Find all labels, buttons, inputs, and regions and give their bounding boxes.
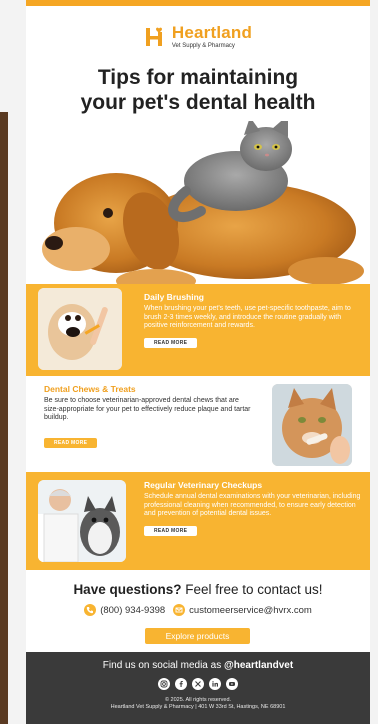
logo-name: Heartland bbox=[171, 23, 253, 42]
brand-logo[interactable]: Heartland Vet Supply & Pharmacy bbox=[26, 24, 370, 49]
read-more-button[interactable]: READ MORE bbox=[44, 437, 98, 448]
contact-heading-rest: Feel free to contact us! bbox=[181, 582, 323, 597]
section-title: Regular Veterinary Checkups bbox=[144, 480, 263, 490]
section-dental-chews: Dental Chews & Treats Be sure to choose … bbox=[26, 376, 370, 472]
section-body: Schedule annual dental examinations with… bbox=[144, 493, 361, 518]
footer-social-heading: Find us on social media as @heartlandvet bbox=[26, 660, 370, 671]
explore-products-button[interactable]: Explore products bbox=[145, 628, 250, 644]
footer-social-prefix: Find us on social media as bbox=[102, 660, 224, 671]
headline-line-2: your pet's dental health bbox=[80, 91, 316, 114]
phone-icon bbox=[84, 604, 97, 616]
logo-tagline: Vet Supply & Pharmacy bbox=[171, 43, 235, 49]
read-more-button[interactable]: READ MORE bbox=[144, 337, 198, 348]
photo-cat-chewing bbox=[272, 384, 352, 466]
read-more-button[interactable]: READ MORE bbox=[144, 525, 198, 536]
top-accent-bar bbox=[26, 0, 370, 6]
copyright: © 2025. All rights reserved. bbox=[164, 697, 232, 703]
social-links bbox=[26, 678, 370, 690]
section-body: Be sure to choose veterinarian-approved … bbox=[44, 397, 251, 422]
email-body: Heartland Vet Supply & Pharmacy Tips for… bbox=[26, 0, 370, 724]
social-handle[interactable]: @heartlandvet bbox=[224, 660, 293, 671]
linkedin-icon[interactable] bbox=[209, 678, 221, 690]
section-vet-checkups: Regular Veterinary Checkups Schedule ann… bbox=[26, 472, 370, 570]
contact-heading-bold: Have questions? bbox=[73, 582, 182, 597]
hero-image-dog-and-cat bbox=[26, 115, 370, 299]
email-address: customeerservice@hvrx.com bbox=[189, 604, 312, 616]
page-background-right bbox=[370, 0, 378, 724]
heartland-logo-icon bbox=[144, 26, 166, 48]
section-title: Daily Brushing bbox=[144, 292, 204, 302]
section-title: Dental Chews & Treats bbox=[44, 384, 136, 394]
section-body: When brushing your pet's teeth, use pet-… bbox=[144, 305, 351, 330]
section-daily-brushing: Daily Brushing When brushing your pet's … bbox=[26, 284, 370, 376]
contact-heading: Have questions? Feel free to contact us! bbox=[26, 582, 370, 597]
footer: Find us on social media as @heartlandvet… bbox=[26, 652, 370, 724]
instagram-icon[interactable] bbox=[158, 678, 170, 690]
email-icon bbox=[173, 604, 186, 616]
phone-number: (800) 934-9398 bbox=[100, 604, 166, 616]
window-edge bbox=[0, 112, 8, 724]
photo-vet-exam bbox=[38, 480, 126, 562]
headline-line-1: Tips for maintaining bbox=[97, 66, 299, 89]
email-link[interactable]: customeerservice@hvrx.com bbox=[173, 604, 312, 616]
contact-row: (800) 934-9398 customeerservice@hvrx.com bbox=[26, 604, 370, 616]
page-title: Tips for maintaining your pet's dental h… bbox=[26, 65, 370, 115]
youtube-icon[interactable] bbox=[226, 678, 238, 690]
facebook-icon[interactable] bbox=[175, 678, 187, 690]
x-icon[interactable] bbox=[192, 678, 204, 690]
phone-link[interactable]: (800) 934-9398 bbox=[84, 604, 165, 616]
company-address: Heartland Vet Supply & Pharmacy | 401 W … bbox=[110, 704, 286, 710]
photo-dog-brushing bbox=[38, 288, 122, 370]
